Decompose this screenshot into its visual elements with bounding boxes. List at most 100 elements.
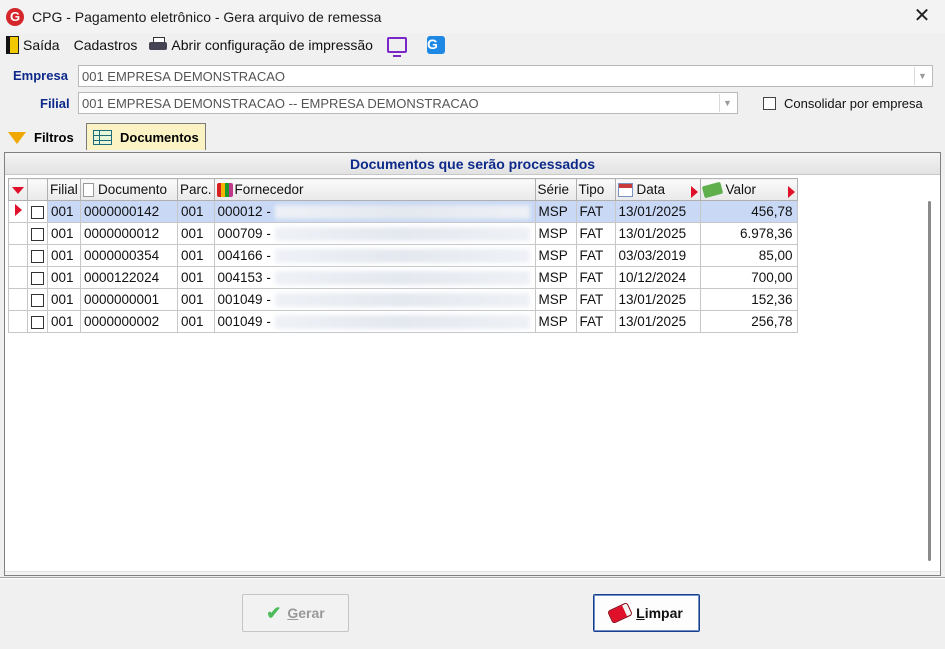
row-checkbox-cell[interactable]: [27, 310, 48, 333]
consolidar-checkbox-row[interactable]: Consolidar por empresa: [763, 96, 923, 111]
table-row[interactable]: 001 0000000142 001 000012 - MSP FAT 13/0…: [8, 200, 798, 223]
cell-filial: 001: [47, 200, 81, 223]
cell-fornecedor: 000709 -: [213, 222, 536, 245]
gerar-label: Gerar: [287, 605, 325, 621]
table-row[interactable]: 001 0000000002 001 001049 - MSP FAT 13/0…: [8, 310, 798, 333]
col-header-parc[interactable]: Parc.: [177, 178, 215, 201]
menu-item-print-config[interactable]: Abrir configuração de impressão: [145, 34, 377, 56]
gerar-button[interactable]: ✔ Gerar: [242, 594, 349, 632]
row-checkbox[interactable]: [31, 293, 44, 307]
supplier-icon: [216, 183, 233, 198]
cell-tipo: FAT: [575, 200, 616, 223]
table-row[interactable]: 001 0000000354 001 004166 - MSP FAT 03/0…: [8, 244, 798, 267]
row-indicator-cell: [8, 288, 28, 311]
row-indicator-cell: [8, 200, 28, 223]
menu-item-cadastros-label: Cadastros: [73, 37, 138, 53]
calendar-icon: [617, 182, 633, 197]
row-checkbox-cell[interactable]: [27, 244, 48, 267]
col-header-serie[interactable]: Série: [534, 178, 577, 201]
empresa-value: 001 EMPRESA DEMONSTRACAO: [82, 68, 285, 84]
limpar-button[interactable]: Limpar: [593, 594, 700, 632]
cell-serie: MSP: [534, 244, 577, 267]
monitor-button[interactable]: [383, 34, 415, 57]
row-checkbox[interactable]: [31, 271, 44, 285]
cell-fornecedor: 000012 -: [213, 200, 536, 223]
tab-documentos[interactable]: Documentos: [86, 123, 206, 150]
col-parc-label: Parc.: [180, 182, 212, 197]
row-checkbox[interactable]: [31, 227, 44, 241]
redacted-name: [274, 249, 530, 264]
scrollbar-thumb[interactable]: [928, 201, 931, 561]
cell-tipo: FAT: [575, 222, 616, 245]
table-row[interactable]: 001 0000000001 001 001049 - MSP FAT 13/0…: [8, 288, 798, 311]
cell-documento: 0000000002: [80, 310, 178, 333]
cell-tipo: FAT: [575, 310, 616, 333]
col-header-data[interactable]: Data: [614, 178, 701, 201]
cell-data: 13/01/2025: [614, 288, 701, 311]
vertical-scrollbar[interactable]: [921, 177, 938, 573]
cell-parc: 001: [177, 222, 215, 245]
chevron-down-icon[interactable]: ▼: [719, 94, 735, 112]
col-header-tipo[interactable]: Tipo: [575, 178, 616, 201]
cell-valor: 456,78: [699, 200, 798, 223]
cell-valor: 6.978,36: [699, 222, 798, 245]
sort-indicator-cell[interactable]: [8, 178, 28, 201]
cell-parc: 001: [177, 244, 215, 267]
tab-filtros[interactable]: Filtros: [8, 124, 74, 151]
col-filial-label: Filial: [50, 182, 78, 197]
row-indicator-cell: [8, 222, 28, 245]
horizontal-scrollbar[interactable]: [5, 571, 940, 575]
empresa-select[interactable]: 001 EMPRESA DEMONSTRACAO ▼: [78, 65, 933, 87]
menu-item-print-config-label: Abrir configuração de impressão: [171, 37, 373, 53]
cell-data: 13/01/2025: [614, 222, 701, 245]
limpar-label: Limpar: [636, 605, 683, 621]
consolidar-checkbox[interactable]: [763, 97, 776, 110]
row-checkbox-cell[interactable]: [27, 266, 48, 289]
cell-serie: MSP: [534, 200, 577, 223]
col-header-fornecedor[interactable]: Fornecedor: [213, 178, 536, 201]
col-valor-label: Valor: [725, 181, 757, 197]
row-indicator-cell: [8, 310, 28, 333]
row-checkbox-cell[interactable]: [27, 288, 48, 311]
cell-tipo: FAT: [575, 244, 616, 267]
row-checkbox[interactable]: [31, 315, 44, 329]
panel-caption: Documentos que serão processados: [5, 153, 940, 175]
row-checkbox[interactable]: [31, 249, 44, 263]
col-header-filial[interactable]: Filial: [47, 178, 81, 201]
cell-fornecedor: 004153 -: [213, 266, 536, 289]
col-header-valor[interactable]: Valor: [699, 178, 798, 201]
menu-item-cadastros[interactable]: Cadastros: [70, 34, 142, 56]
row-checkbox-cell[interactable]: [27, 200, 48, 223]
row-checkbox-cell[interactable]: [27, 222, 48, 245]
filial-label: Filial: [40, 96, 70, 111]
row-checkbox[interactable]: [31, 205, 44, 219]
select-all-header[interactable]: [27, 178, 48, 201]
col-header-documento[interactable]: Documento: [80, 178, 178, 201]
fornecedor-code: 000012 -: [217, 203, 271, 219]
cell-data: 13/01/2025: [614, 310, 701, 333]
chevron-down-icon[interactable]: ▼: [914, 67, 930, 85]
col-tipo-label: Tipo: [578, 182, 605, 197]
close-button[interactable]: ✕: [911, 6, 933, 28]
cell-tipo: FAT: [575, 288, 616, 311]
eraser-icon: [607, 601, 633, 625]
cell-data: 13/01/2025: [614, 200, 701, 223]
app-logo-icon: G: [6, 7, 24, 26]
table-row[interactable]: 001 0000122024 001 004153 - MSP FAT 10/1…: [8, 266, 798, 289]
g-app-icon: G: [426, 36, 445, 54]
filter-funnel-icon: [8, 131, 26, 144]
filial-select[interactable]: 001 EMPRESA DEMONSTRACAO -- EMPRESA DEMO…: [78, 92, 738, 114]
filial-value: 001 EMPRESA DEMONSTRACAO -- EMPRESA DEMO…: [82, 95, 479, 111]
cell-documento: 0000000001: [80, 288, 178, 311]
grid-header-row: Filial Documento Parc. Fornecedor Série …: [8, 178, 798, 201]
cell-fornecedor: 001049 -: [213, 310, 536, 333]
fornecedor-code: 004166 -: [217, 247, 271, 263]
redacted-name: [274, 315, 530, 330]
grid-table-icon: [93, 129, 112, 145]
table-row[interactable]: 001 0000000012 001 000709 - MSP FAT 13/0…: [8, 222, 798, 245]
menu-item-saida[interactable]: Saída: [2, 34, 64, 56]
g-app-button[interactable]: G: [423, 34, 453, 56]
bottom-divider: [0, 577, 945, 579]
cell-filial: 001: [47, 310, 81, 333]
cell-documento: 0000000142: [80, 200, 178, 223]
